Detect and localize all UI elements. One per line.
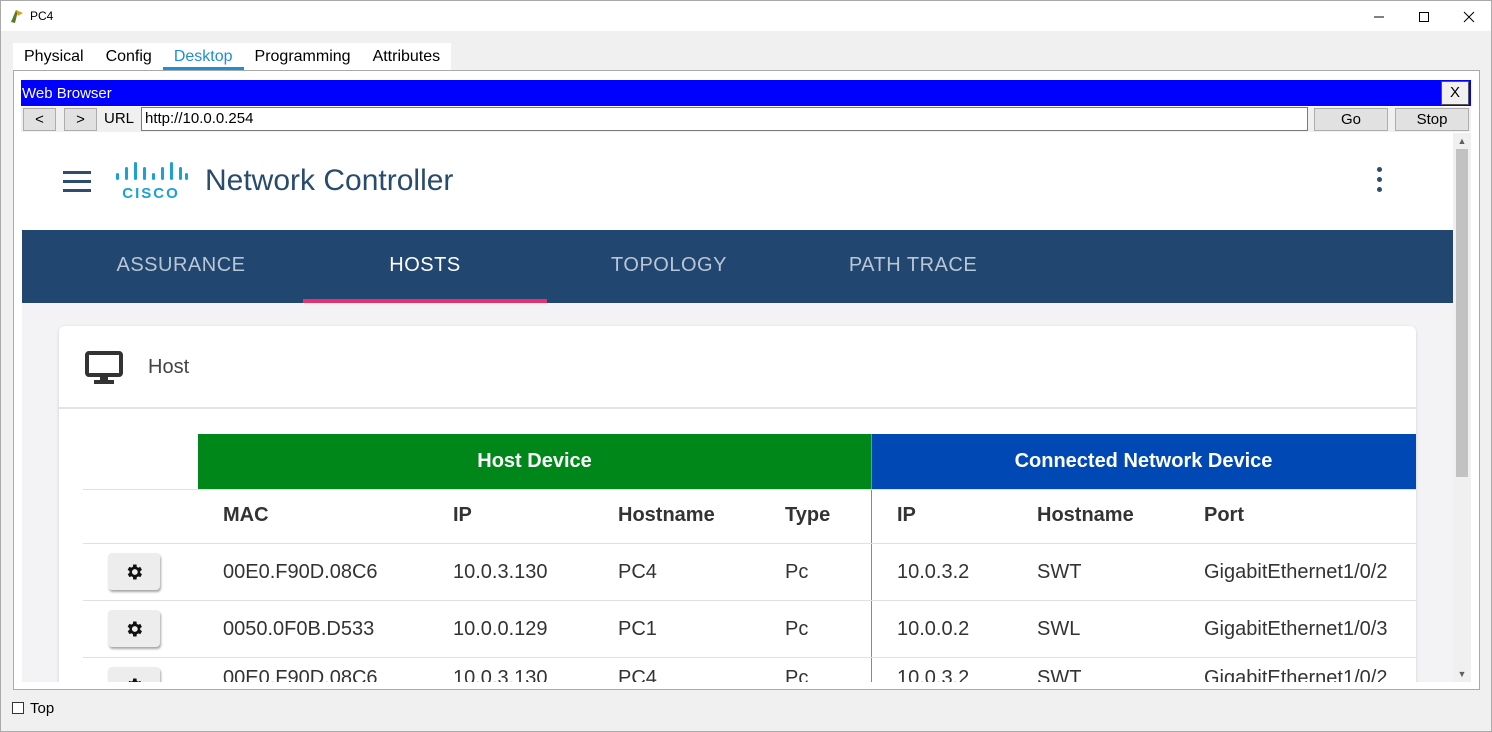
- cell-device-hostname: SWT: [1037, 667, 1082, 682]
- row-divider: [83, 657, 1416, 658]
- cell-port: GigabitEthernet1/0/2: [1204, 561, 1388, 583]
- cell-device-ip: 10.0.3.2: [897, 561, 970, 583]
- monitor-icon: [85, 351, 123, 384]
- nav-tab-topology[interactable]: TOPOLOGY: [547, 230, 791, 303]
- url-label: URL: [104, 110, 135, 127]
- cell-type: Pc: [785, 618, 809, 640]
- column-group-divider: [871, 434, 872, 682]
- device-tabs: Physical Config Desktop Programming Attr…: [13, 43, 452, 70]
- column-header-device-hostname[interactable]: Hostname: [1037, 504, 1134, 527]
- tab-programming[interactable]: Programming: [244, 43, 362, 70]
- window-titlebar: PC4: [0, 0, 1492, 31]
- cell-hostname: PC4: [618, 667, 657, 682]
- cell-ip: 10.0.3.130: [453, 667, 548, 682]
- column-header-type[interactable]: Type: [785, 504, 830, 527]
- window-title: PC4: [30, 9, 54, 23]
- more-options-icon[interactable]: [1374, 167, 1384, 195]
- forward-button[interactable]: >: [64, 108, 97, 131]
- hamburger-menu-icon[interactable]: [63, 171, 91, 192]
- address-bar: < > URL http://10.0.0.254 Go Stop: [21, 107, 1471, 132]
- column-header-hostname[interactable]: Hostname: [618, 504, 715, 527]
- nav-tab-path-trace[interactable]: PATH TRACE: [791, 230, 1035, 303]
- minimize-icon: [1374, 16, 1384, 17]
- cell-mac: 00E0.F90D.08C6: [223, 667, 378, 682]
- gear-icon: [127, 564, 142, 579]
- scroll-down-icon[interactable]: ▼: [1453, 666, 1471, 682]
- packet-tracer-icon: [11, 10, 23, 23]
- cell-hostname: PC1: [618, 618, 657, 640]
- cell-ip: 10.0.0.129: [453, 618, 548, 640]
- close-icon: [1463, 11, 1475, 22]
- column-header-mac[interactable]: MAC: [223, 504, 269, 527]
- app-header: CISCO Network Controller: [22, 133, 1453, 230]
- nav-tab-hosts[interactable]: HOSTS: [303, 230, 547, 303]
- web-browser-title: Web Browser: [22, 85, 112, 102]
- cell-type: Pc: [785, 561, 809, 583]
- cell-hostname: PC4: [618, 561, 657, 583]
- host-settings-button[interactable]: [108, 553, 160, 590]
- card-title: Host: [148, 356, 190, 378]
- close-window-button[interactable]: [1446, 1, 1492, 32]
- cell-port: GigabitEthernet1/0/2: [1204, 667, 1388, 682]
- cell-mac: 0050.0F0B.D533: [223, 618, 375, 640]
- header-divider: [83, 489, 1416, 490]
- host-settings-button[interactable]: [108, 667, 160, 682]
- gear-icon: [128, 678, 142, 682]
- scrollbar-thumb[interactable]: [1456, 149, 1468, 477]
- cell-mac: 00E0.F90D.08C6: [223, 561, 378, 583]
- web-browser-close-button[interactable]: X: [1441, 81, 1469, 105]
- maximize-icon: [1419, 11, 1429, 22]
- group-header-host-device: Host Device: [198, 434, 871, 489]
- cell-device-hostname: SWT: [1037, 561, 1082, 583]
- tab-config[interactable]: Config: [95, 43, 163, 70]
- stop-button[interactable]: Stop: [1395, 108, 1469, 131]
- cisco-logo: CISCO: [116, 162, 188, 201]
- host-settings-button[interactable]: [108, 610, 160, 647]
- go-button[interactable]: Go: [1314, 108, 1388, 131]
- main-nav: ASSURANCE HOSTS TOPOLOGY PATH TRACE: [22, 230, 1453, 303]
- gear-icon: [127, 621, 142, 636]
- cell-device-hostname: SWL: [1037, 618, 1081, 640]
- web-browser-titlebar: Web Browser X: [21, 80, 1471, 106]
- cell-ip: 10.0.3.130: [453, 561, 548, 583]
- app-title: Network Controller: [205, 164, 454, 197]
- cell-device-ip: 10.0.3.2: [897, 667, 970, 682]
- url-input[interactable]: http://10.0.0.254: [141, 107, 1308, 131]
- tab-attributes[interactable]: Attributes: [362, 43, 452, 70]
- tab-desktop[interactable]: Desktop: [162, 43, 244, 70]
- tab-physical[interactable]: Physical: [13, 43, 95, 70]
- cell-type: Pc: [785, 667, 809, 682]
- host-card-header: Host: [59, 326, 1416, 409]
- cell-device-ip: 10.0.0.2: [897, 618, 970, 640]
- host-card: Host Host Device Connected Network Devic…: [59, 326, 1416, 682]
- browser-viewport: CISCO Network Controller ASSURANCE HOSTS…: [22, 133, 1471, 682]
- nav-tab-assurance[interactable]: ASSURANCE: [59, 230, 303, 303]
- minimize-button[interactable]: [1356, 1, 1402, 32]
- column-header-device-ip[interactable]: IP: [897, 504, 916, 527]
- scroll-up-icon[interactable]: ▲: [1453, 133, 1471, 149]
- back-button[interactable]: <: [23, 108, 56, 131]
- group-header-connected-network-device: Connected Network Device: [871, 434, 1416, 489]
- top-checkbox-label: Top: [30, 700, 55, 717]
- top-checkbox[interactable]: [12, 702, 24, 714]
- row-divider: [83, 543, 1416, 544]
- cell-port: GigabitEthernet1/0/3: [1204, 618, 1388, 640]
- row-divider: [83, 600, 1416, 601]
- maximize-button[interactable]: [1401, 1, 1447, 32]
- cisco-logo-text: CISCO: [122, 185, 180, 201]
- column-header-port[interactable]: Port: [1204, 504, 1244, 527]
- column-header-ip[interactable]: IP: [453, 504, 472, 527]
- vertical-scrollbar[interactable]: ▲ ▼: [1453, 133, 1471, 682]
